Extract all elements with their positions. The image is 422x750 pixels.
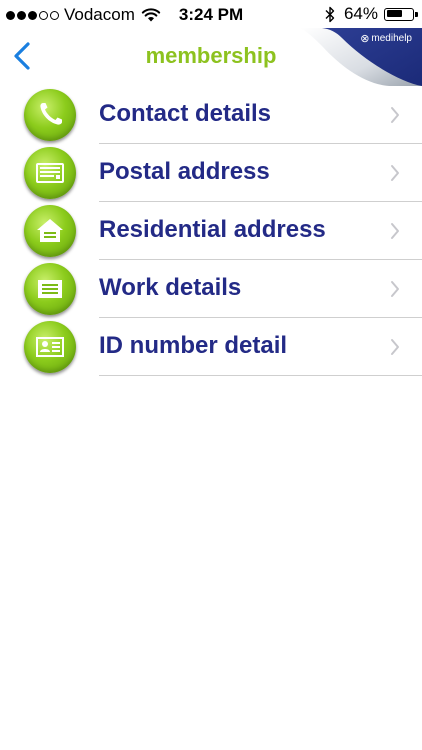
house-icon [24, 205, 76, 257]
status-right: 64% [325, 4, 418, 24]
id-card-icon [24, 321, 76, 373]
chevron-right-icon [391, 339, 399, 355]
chevron-right-icon [391, 165, 399, 181]
list-item-id-number-detail[interactable]: ID number detail [0, 318, 422, 376]
menu-list: Contact details Postal address Residential… [0, 86, 422, 376]
bluetooth-icon [325, 6, 335, 22]
list-item-work-details[interactable]: Work details [0, 260, 422, 318]
list-item-label: Residential address [99, 216, 326, 243]
status-bar: Vodacom 3:24 PM 64% [0, 0, 422, 28]
battery-icon [384, 7, 418, 21]
list-item-label: Postal address [99, 158, 270, 185]
medihelp-logo-icon: ⊗ [360, 33, 370, 45]
list-item-contact-details[interactable]: Contact details [0, 86, 422, 144]
document-icon [24, 263, 76, 315]
battery-fill [386, 10, 402, 17]
list-item-residential-address[interactable]: Residential address [0, 202, 422, 260]
phone-icon [24, 89, 76, 141]
brand-name: medihelp [371, 33, 412, 44]
envelope-icon [24, 147, 76, 199]
list-item-postal-address[interactable]: Postal address [0, 144, 422, 202]
chevron-right-icon [391, 223, 399, 239]
chevron-right-icon [391, 107, 399, 123]
row-separator [99, 375, 422, 376]
list-item-label: Work details [99, 274, 242, 301]
list-item-label: ID number detail [99, 332, 288, 359]
brand-logo: ⊗ medihelp [360, 32, 412, 45]
nav-bar: membership ⊗ medihelp [0, 28, 422, 86]
chevron-right-icon [391, 281, 399, 297]
list-item-label: Contact details [99, 100, 272, 127]
battery-percent: 64% [343, 4, 378, 23]
